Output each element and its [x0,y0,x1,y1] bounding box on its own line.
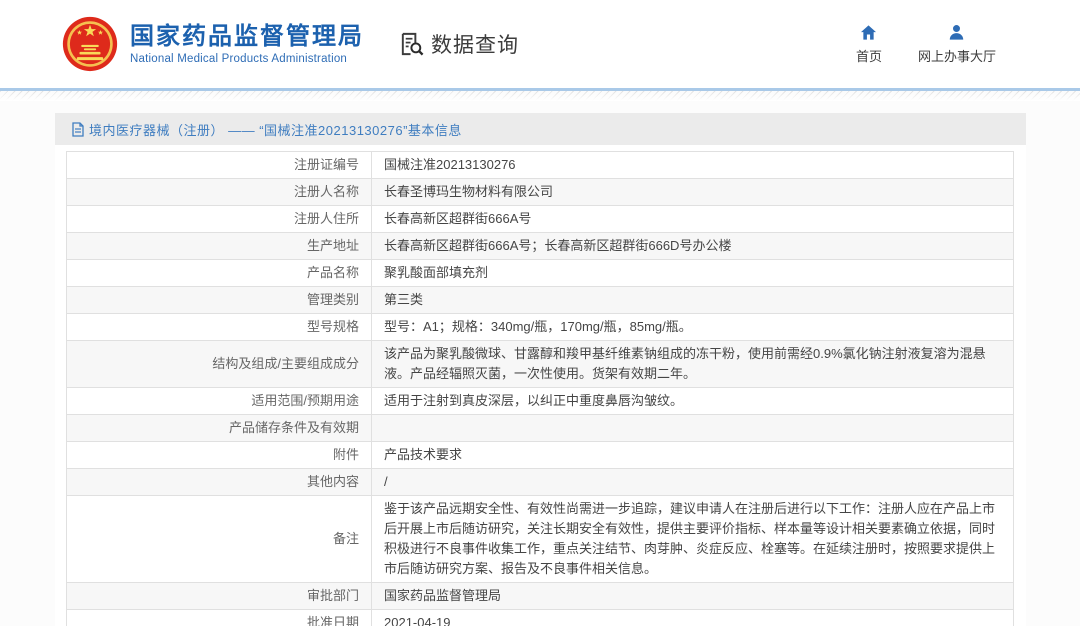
field-value: 长春高新区超群街666A号；长春高新区超群街666D号办公楼 [372,233,1014,260]
field-value: 适用于注射到真皮深层，以纠正中重度鼻唇沟皱纹。 [372,388,1014,415]
field-label: 备注 [67,496,372,583]
field-value: 长春圣博玛生物材料有限公司 [372,179,1014,206]
field-label: 注册人名称 [67,179,372,206]
table-row: 注册人名称长春圣博玛生物材料有限公司 [67,179,1014,206]
field-label: 注册证编号 [67,152,372,179]
panel-title: 境内医疗器械（注册） —— “国械注准20213130276”基本信息 [89,120,462,139]
table-row: 产品储存条件及有效期 [67,415,1014,442]
field-value: 产品技术要求 [372,442,1014,469]
table-row: 管理类别第三类 [67,287,1014,314]
data-query-label: 数据查询 [431,29,519,59]
field-label: 审批部门 [67,583,372,610]
field-label: 型号规格 [67,314,372,341]
field-value: 长春高新区超群街666A号 [372,206,1014,233]
site-header: 国家药品监督管理局 National Medical Products Admi… [0,0,1080,88]
field-label: 产品储存条件及有效期 [67,415,372,442]
field-label: 产品名称 [67,260,372,287]
field-value [372,415,1014,442]
field-value: 国家药品监督管理局 [372,583,1014,610]
data-query[interactable]: 数据查询 [398,29,519,59]
national-emblem-icon [62,16,118,72]
field-label: 适用范围/预期用途 [67,388,372,415]
org-name: 国家药品监督管理局 [130,23,364,52]
field-value: 2021-04-19 [372,610,1014,626]
nav-home[interactable]: 首页 [856,23,882,65]
table-row: 注册证编号国械注准20213130276 [67,152,1014,179]
table-row: 其他内容/ [67,469,1014,496]
field-label: 其他内容 [67,469,372,496]
header-hatch-divider [0,91,1080,101]
data-query-icon [398,31,425,58]
field-label: 注册人住所 [67,206,372,233]
header-nav: 首页 网上办事大厅 [856,23,996,65]
table-row: 附件产品技术要求 [67,442,1014,469]
table-row: 审批部门国家药品监督管理局 [67,583,1014,610]
home-icon [859,23,878,42]
field-value: 该产品为聚乳酸微球、甘露醇和羧甲基纤维素钠组成的冻干粉，使用前需经0.9%氯化钠… [372,341,1014,388]
table-row: 批准日期2021-04-19 [67,610,1014,626]
field-value: 国械注准20213130276 [372,152,1014,179]
org-name-en: National Medical Products Administration [130,53,364,65]
field-value: 聚乳酸面部填充剂 [372,260,1014,287]
document-icon [71,122,85,137]
field-label: 生产地址 [67,233,372,260]
field-value: 第三类 [372,287,1014,314]
content: 境内医疗器械（注册） —— “国械注准20213130276”基本信息 注册证编… [0,101,1080,626]
field-label: 批准日期 [67,610,372,626]
table-row: 型号规格型号：A1；规格：340mg/瓶，170mg/瓶，85mg/瓶。 [67,314,1014,341]
table-row: 备注鉴于该产品远期安全性、有效性尚需进一步追踪，建议申请人在注册后进行以下工作：… [67,496,1014,583]
table-row: 适用范围/预期用途适用于注射到真皮深层，以纠正中重度鼻唇沟皱纹。 [67,388,1014,415]
field-label: 附件 [67,442,372,469]
table-row: 生产地址长春高新区超群街666A号；长春高新区超群街666D号办公楼 [67,233,1014,260]
field-value: / [372,469,1014,496]
brand-text: 国家药品监督管理局 National Medical Products Admi… [130,23,364,66]
detail-panel: 境内医疗器械（注册） —— “国械注准20213130276”基本信息 注册证编… [55,113,1026,626]
table-wrap: 注册证编号国械注准20213130276注册人名称长春圣博玛生物材料有限公司注册… [55,145,1026,626]
field-value: 鉴于该产品远期安全性、有效性尚需进一步追踪，建议申请人在注册后进行以下工作：注册… [372,496,1014,583]
field-value: 型号：A1；规格：340mg/瓶，170mg/瓶，85mg/瓶。 [372,314,1014,341]
field-label: 结构及组成/主要组成成分 [67,341,372,388]
table-row: 产品名称聚乳酸面部填充剂 [67,260,1014,287]
field-label: 管理类别 [67,287,372,314]
nav-home-label: 首页 [856,46,882,65]
nav-service-hall-label: 网上办事大厅 [918,46,996,65]
nav-service-hall[interactable]: 网上办事大厅 [918,23,996,65]
panel-title-bar: 境内医疗器械（注册） —— “国械注准20213130276”基本信息 [55,113,1026,145]
table-row: 注册人住所长春高新区超群街666A号 [67,206,1014,233]
table-row: 结构及组成/主要组成成分该产品为聚乳酸微球、甘露醇和羧甲基纤维素钠组成的冻干粉，… [67,341,1014,388]
info-table: 注册证编号国械注准20213130276注册人名称长春圣博玛生物材料有限公司注册… [66,151,1014,626]
brand[interactable]: 国家药品监督管理局 National Medical Products Admi… [62,16,364,72]
user-icon [947,23,966,42]
